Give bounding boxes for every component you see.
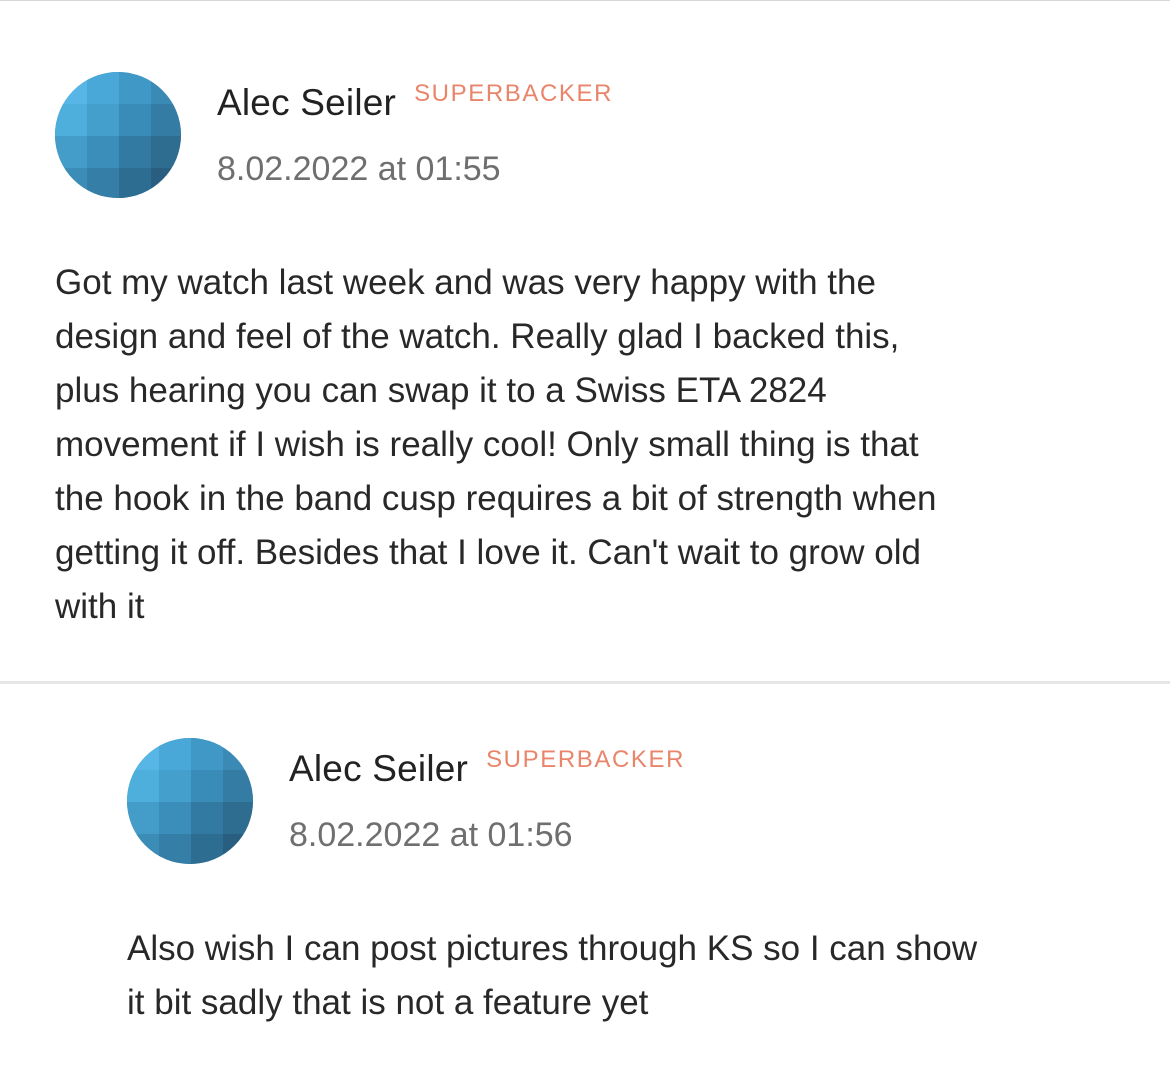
superbacker-badge: SUPERBACKER — [414, 80, 614, 107]
avatar-icon — [55, 72, 181, 198]
avatar[interactable] — [55, 72, 181, 198]
comment-timestamp: 8.02.2022 at 01:55 — [217, 150, 501, 188]
author-row: Alec Seiler SUPERBACKER — [217, 80, 614, 124]
author-row: Alec Seiler SUPERBACKER — [289, 746, 686, 790]
superbacker-badge: SUPERBACKER — [486, 746, 686, 773]
author-name[interactable]: Alec Seiler — [289, 748, 468, 789]
comment-timestamp: 8.02.2022 at 01:56 — [289, 816, 573, 854]
comment-body: Got my watch last week and was very happ… — [55, 263, 937, 626]
top-divider — [0, 0, 1170, 1]
avatar-icon — [127, 738, 253, 864]
comment-body: Also wish I can post pictures through KS… — [127, 929, 978, 1022]
avatar[interactable] — [127, 738, 253, 864]
author-name[interactable]: Alec Seiler — [217, 82, 396, 123]
comment-separator — [0, 681, 1170, 684]
